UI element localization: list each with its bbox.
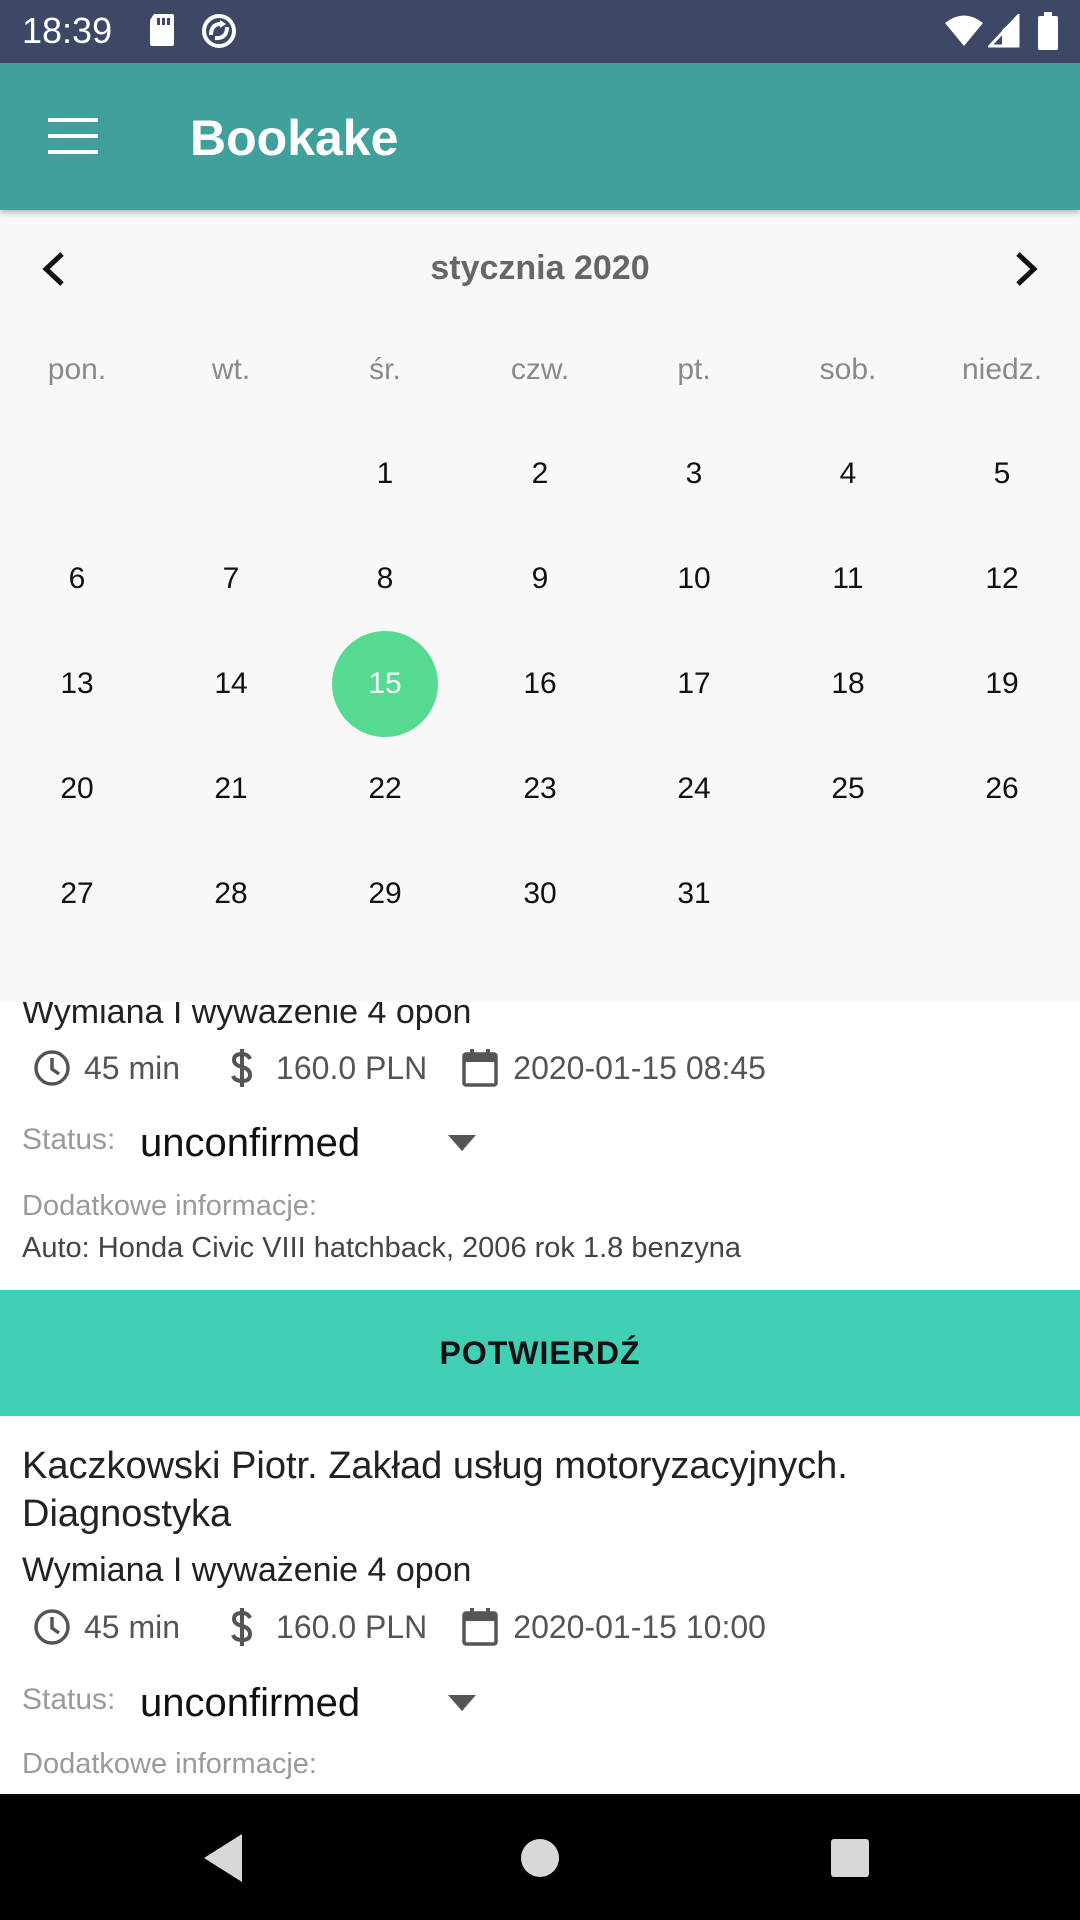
- weekday-label: wt.: [211, 353, 251, 386]
- calendar-day-selected[interactable]: 15: [308, 631, 462, 737]
- calendar-day[interactable]: 12: [925, 549, 1079, 609]
- calendar-day[interactable]: 25: [771, 759, 925, 819]
- calendar-day[interactable]: 29: [308, 864, 462, 924]
- calendar-day[interactable]: 23: [463, 759, 617, 819]
- datetime-text: 2020-01-15 10:00: [513, 1608, 766, 1645]
- info-label: Dodatkowe informacje:: [22, 1190, 317, 1222]
- bookings-list[interactable]: Wymiana I wyważenie 4 opon 45 min 160.0 …: [0, 1002, 1080, 1794]
- home-icon[interactable]: [510, 1830, 570, 1886]
- calendar-day[interactable]: 2: [463, 444, 617, 504]
- calendar-day[interactable]: 24: [617, 759, 771, 819]
- calendar-day[interactable]: 16: [463, 654, 617, 714]
- screen: 18:39 Bookake stycznia 2020 pon. wt. śr.…: [0, 0, 1080, 1920]
- status-dropdown[interactable]: unconfirmed: [140, 1676, 480, 1730]
- weekday-label: sob.: [819, 353, 877, 386]
- status-value: unconfirmed: [140, 1121, 361, 1165]
- info-value: Auto: Honda Civic VIII hatchback, 2006 r…: [22, 1232, 741, 1264]
- calendar-day[interactable]: 13: [0, 654, 154, 714]
- info-label: Dodatkowe informacje:: [22, 1748, 317, 1780]
- weekday-label: czw.: [510, 353, 570, 386]
- weekday-label: pon.: [47, 353, 107, 386]
- calendar: stycznia 2020 pon. wt. śr. czw. pt. sob.…: [0, 210, 1080, 1002]
- status-label: Status:: [22, 1123, 116, 1156]
- system-nav-bar: [0, 1794, 1080, 1920]
- battery-icon: [1038, 12, 1058, 55]
- status-time: 18:39: [22, 10, 113, 51]
- status-dropdown[interactable]: unconfirmed: [140, 1116, 480, 1170]
- next-month-button[interactable]: [1006, 246, 1046, 292]
- wifi-icon: [944, 14, 984, 53]
- month-title: stycznia 2020: [430, 249, 650, 287]
- weekday-label: pt.: [677, 353, 711, 386]
- datetime-text: 2020-01-15 08:45: [513, 1049, 766, 1086]
- calendar-day[interactable]: 31: [617, 864, 771, 924]
- calendar-day[interactable]: 21: [154, 759, 308, 819]
- calendar-day[interactable]: 9: [463, 549, 617, 609]
- booking-provider: Kaczkowski Piotr. Zakład usług motoryzac…: [22, 1445, 848, 1535]
- calendar-day[interactable]: 8: [308, 549, 462, 609]
- calendar-day[interactable]: 1: [308, 444, 462, 504]
- back-icon[interactable]: [198, 1830, 258, 1886]
- sd-card-icon: [148, 12, 176, 53]
- calendar-day[interactable]: 18: [771, 654, 925, 714]
- confirm-button[interactable]: POTWIERDŹ: [0, 1290, 1080, 1416]
- dollar-icon: [228, 1046, 256, 1090]
- calendar-day[interactable]: 20: [0, 759, 154, 819]
- status-bar: 18:39: [0, 0, 1080, 63]
- clock-icon: [32, 1605, 72, 1649]
- calendar-day[interactable]: 4: [771, 444, 925, 504]
- weekday-label: śr.: [369, 353, 401, 386]
- calendar-icon: [461, 1046, 499, 1090]
- calendar-day[interactable]: 19: [925, 654, 1079, 714]
- app-title: Bookake: [190, 110, 399, 166]
- booking-service: Wymiana I wyważenie 4 opon: [22, 1551, 472, 1589]
- dollar-icon: [228, 1605, 256, 1649]
- booking-meta: 45 min 160.0 PLN 2020-01-15 10:00: [32, 1605, 766, 1649]
- recents-icon[interactable]: [820, 1830, 880, 1886]
- calendar-day[interactable]: 26: [925, 759, 1079, 819]
- calendar-day[interactable]: 28: [154, 864, 308, 924]
- weekday-label: niedz.: [961, 353, 1043, 386]
- app-bar: Bookake: [0, 63, 1080, 210]
- calendar-day[interactable]: 10: [617, 549, 771, 609]
- duration-text: 45 min: [84, 1049, 181, 1086]
- status-value: unconfirmed: [140, 1681, 361, 1725]
- calendar-day[interactable]: 5: [925, 444, 1079, 504]
- signal-icon: [986, 12, 1020, 53]
- status-label: Status:: [22, 1683, 116, 1716]
- calendar-day[interactable]: 17: [617, 654, 771, 714]
- price-text: 160.0 PLN: [276, 1608, 428, 1645]
- chevron-right-icon: [1016, 252, 1038, 286]
- calendar-day[interactable]: 3: [617, 444, 771, 504]
- sync-icon: [200, 12, 238, 55]
- calendar-day[interactable]: 6: [0, 549, 154, 609]
- calendar-day[interactable]: 11: [771, 549, 925, 609]
- calendar-day[interactable]: 7: [154, 549, 308, 609]
- booking-meta: 45 min 160.0 PLN 2020-01-15 08:45: [32, 1046, 766, 1090]
- calendar-day[interactable]: 22: [308, 759, 462, 819]
- clock-icon: [32, 1046, 72, 1090]
- hamburger-menu-icon[interactable]: [48, 118, 98, 154]
- booking-service: Wymiana I wyważenie 4 opon: [22, 1002, 472, 1031]
- duration-text: 45 min: [84, 1608, 181, 1645]
- calendar-day[interactable]: 27: [0, 864, 154, 924]
- calendar-day[interactable]: 14: [154, 654, 308, 714]
- price-text: 160.0 PLN: [276, 1049, 428, 1086]
- calendar-icon: [461, 1605, 499, 1649]
- dropdown-arrow-icon: [448, 1695, 476, 1711]
- calendar-day[interactable]: 30: [463, 864, 617, 924]
- dropdown-arrow-icon: [448, 1135, 476, 1151]
